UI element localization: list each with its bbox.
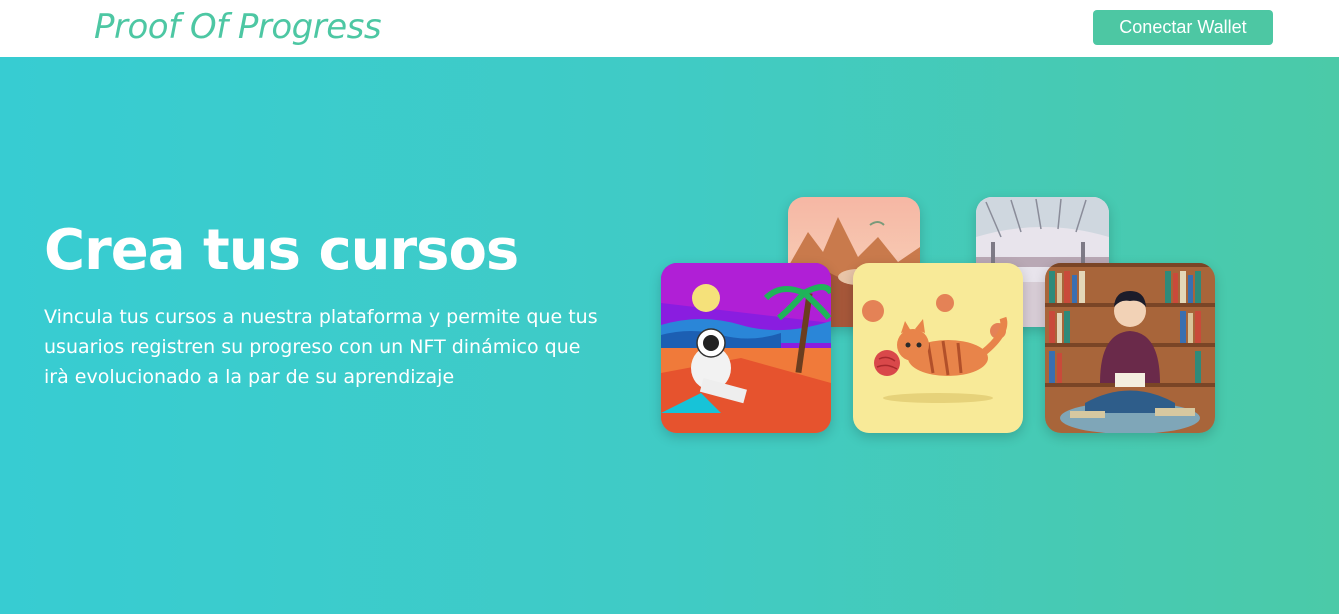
hero-description: Vincula tus cursos a nuestra plataforma …: [44, 306, 598, 388]
astronaut-beach-image: [661, 263, 831, 433]
connect-wallet-button[interactable]: Conectar Wallet: [1093, 10, 1273, 45]
hero-title: Crea tus cursos: [44, 218, 519, 283]
logo[interactable]: Proof Of Progress: [94, 6, 382, 48]
cat-yarn-image: [853, 263, 1023, 433]
hero-section: Crea tus cursos Vincula tus cursos a nue…: [0, 57, 1339, 614]
top-navbar: Proof Of Progress Conectar Wallet: [0, 0, 1339, 57]
reader-library-image: [1045, 263, 1215, 433]
